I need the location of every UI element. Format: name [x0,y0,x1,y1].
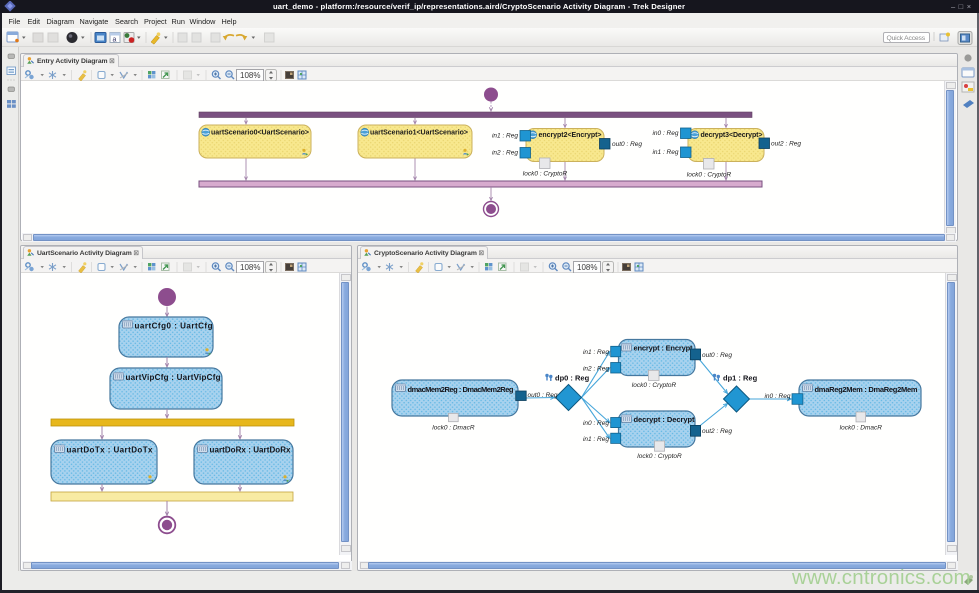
svg-text:in2 : Reg: in2 : Reg [492,150,518,157]
svg-text:lock0 : CryptoR: lock0 : CryptoR [632,382,677,389]
svg-text:encrypt : Encrypt: encrypt : Encrypt [634,344,694,353]
svg-text:in1 : Reg: in1 : Reg [583,436,609,443]
svg-text:out0 : Reg: out0 : Reg [702,352,732,359]
svg-text:lock0 : DmacR: lock0 : DmacR [432,425,475,432]
svg-text:uartScenario0<UartScenario>: uartScenario0<UartScenario> [211,130,309,137]
svg-text:a: a [113,37,117,44]
svg-text:dmaReg2Mem : DmaReg2Mem: dmaReg2Mem : DmaReg2Mem [815,385,918,394]
svg-text:lock0 : DmacR: lock0 : DmacR [840,425,883,432]
svg-text:encrypt2<Encrypt>: encrypt2<Encrypt> [539,132,602,139]
svg-text:in1 : Reg: in1 : Reg [583,349,609,356]
svg-text:decrypt : Decrypt: decrypt : Decrypt [634,415,696,424]
svg-text:dmacMem2Reg : DmacMem2Reg: dmacMem2Reg : DmacMem2Reg [408,385,514,394]
svg-text:out0 : Reg: out0 : Reg [612,141,642,148]
svg-text:out0 : Reg: out0 : Reg [528,392,558,399]
svg-text:in0 : Reg: in0 : Reg [652,130,678,137]
svg-text:out2 : Reg: out2 : Reg [771,141,801,148]
svg-text:uartDoRx : UartDoRx: uartDoRx : UartDoRx [210,446,292,455]
svg-text:uartDoTx : UartDoTx: uartDoTx : UartDoTx [67,446,154,455]
svg-text:out2 : Reg: out2 : Reg [702,428,732,435]
svg-text:in1 : Reg: in1 : Reg [652,149,678,156]
svg-text:in1 : Reg: in1 : Reg [492,133,518,140]
svg-text:lock0 : CryptoR: lock0 : CryptoR [523,171,568,178]
svg-text:dp1 : Reg: dp1 : Reg [723,374,758,383]
svg-text:uartVipCfg : UartVipCfg: uartVipCfg : UartVipCfg [126,373,221,382]
svg-text:dp0 : Reg: dp0 : Reg [555,374,590,383]
svg-text:decrypt3<Decrypt>: decrypt3<Decrypt> [701,132,763,139]
svg-text:in2 : Reg: in2 : Reg [583,366,609,373]
svg-text:in0 : Reg: in0 : Reg [764,393,790,400]
svg-text:uartScenario1<UartScenario>: uartScenario1<UartScenario> [370,130,468,137]
svg-text:in0 : Reg: in0 : Reg [583,420,609,427]
svg-text:lock0 : CryptoR: lock0 : CryptoR [687,172,732,179]
svg-text:uartCfg0 : UartCfg: uartCfg0 : UartCfg [135,322,213,331]
svg-text:lock0 : CryptoR: lock0 : CryptoR [637,453,682,460]
